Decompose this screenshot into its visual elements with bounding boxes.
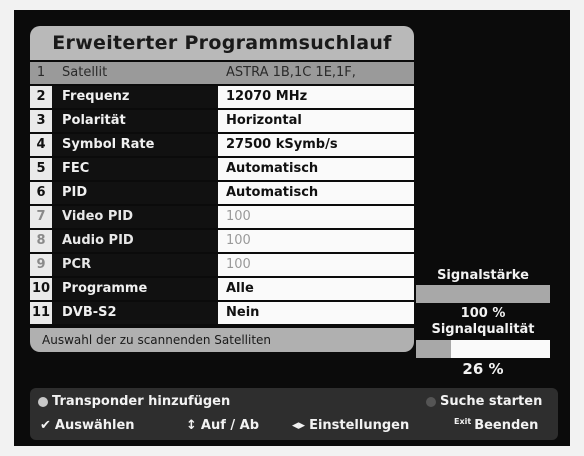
row-satellite[interactable]: 1 Satellit ASTRA 1B,1C 1E,1F, (30, 62, 414, 84)
row-label: Audio PID (52, 230, 218, 252)
row-label: Polarität (52, 110, 218, 132)
signal-strength-bar (416, 285, 550, 303)
signal-strength-fill (416, 285, 550, 303)
row-number: 5 (30, 158, 52, 180)
row-symbol-rate[interactable]: 4 Symbol Rate 27500 kSymb/s (30, 134, 414, 156)
row-fec[interactable]: 5 FEC Automatisch (30, 158, 414, 180)
checkmark-icon: ✔ (40, 418, 51, 433)
row-audio-pid[interactable]: 8 Audio PID 100 (30, 230, 414, 252)
signal-strength-label: Signalstärke (437, 268, 529, 283)
start-search-key[interactable]: Suche starten (426, 394, 542, 409)
row-value: Horizontal (218, 110, 414, 132)
row-number: 7 (30, 206, 52, 228)
up-down-key[interactable]: ↕ Auf / Ab (186, 418, 259, 433)
exit-key-icon: Exit (454, 417, 472, 426)
settings-list: 1 Satellit ASTRA 1B,1C 1E,1F, 2 Frequenz… (30, 62, 414, 324)
row-value: 100 (218, 254, 414, 276)
signal-quality-fill (416, 340, 451, 358)
signal-quality-label: Signalqualität (431, 322, 535, 337)
row-value: 100 (218, 206, 414, 228)
row-number: 2 (30, 86, 52, 108)
settings-key[interactable]: ◂▸ Einstellungen (292, 418, 409, 433)
row-number: 11 (30, 302, 52, 324)
scan-menu-panel: Erweiterter Programmsuchlauf 1 Satellit … (30, 26, 414, 380)
signal-quality-bar (416, 340, 550, 358)
add-transponder-key[interactable]: Transponder hinzufügen (38, 394, 230, 409)
row-label: PID (52, 182, 218, 204)
row-label: Frequenz (52, 86, 218, 108)
row-value: Automatisch (218, 182, 414, 204)
row-dvb-s2[interactable]: 11 DVB-S2 Nein (30, 302, 414, 324)
row-number: 3 (30, 110, 52, 132)
row-value: Automatisch (218, 158, 414, 180)
signal-strength-value: 100 % (460, 306, 506, 321)
row-number: 10 (30, 278, 52, 300)
quit-label: Beenden (474, 418, 539, 433)
settings-label: Einstellungen (309, 418, 410, 433)
row-value: 100 (218, 230, 414, 252)
row-frequency[interactable]: 2 Frequenz 12070 MHz (30, 86, 414, 108)
select-label: Auswählen (54, 418, 135, 433)
help-hint: Auswahl der zu scannenden Satelliten (30, 328, 414, 352)
row-pid[interactable]: 6 PID Automatisch (30, 182, 414, 204)
row-value: ASTRA 1B,1C 1E,1F, (218, 62, 414, 84)
row-pcr[interactable]: 9 PCR 100 (30, 254, 414, 276)
row-number: 8 (30, 230, 52, 252)
up-down-arrow-icon: ↕ (186, 418, 197, 433)
row-number: 4 (30, 134, 52, 156)
row-video-pid[interactable]: 7 Video PID 100 (30, 206, 414, 228)
row-label: FEC (52, 158, 218, 180)
row-number: 1 (30, 62, 52, 84)
red-key-icon (38, 396, 48, 407)
row-number: 9 (30, 254, 52, 276)
row-programs[interactable]: 10 Programme Alle (30, 278, 414, 300)
row-value: 12070 MHz (218, 86, 414, 108)
row-label: DVB-S2 (52, 302, 218, 324)
row-value: Nein (218, 302, 414, 324)
add-transponder-label: Transponder hinzufügen (52, 394, 231, 409)
green-key-icon (426, 396, 436, 407)
up-down-label: Auf / Ab (200, 418, 260, 433)
row-label: Video PID (52, 206, 218, 228)
row-label: Programme (52, 278, 218, 300)
row-label: Symbol Rate (52, 134, 218, 156)
start-search-label: Suche starten (440, 394, 543, 409)
row-label: Satellit (52, 62, 218, 84)
select-key[interactable]: ✔ Auswählen (40, 418, 135, 433)
row-polarity[interactable]: 3 Polarität Horizontal (30, 110, 414, 132)
row-value: 27500 kSymb/s (218, 134, 414, 156)
signal-quality-value: 26 % (462, 360, 504, 378)
row-label: PCR (52, 254, 218, 276)
quit-key[interactable]: Exit Beenden (454, 417, 539, 433)
left-right-arrow-icon: ◂▸ (292, 418, 306, 433)
menu-title: Erweiterter Programmsuchlauf (30, 26, 414, 60)
row-number: 6 (30, 182, 52, 204)
row-value: Alle (218, 278, 414, 300)
key-help-bar: Transponder hinzufügen Suche starten ✔ A… (30, 388, 558, 440)
